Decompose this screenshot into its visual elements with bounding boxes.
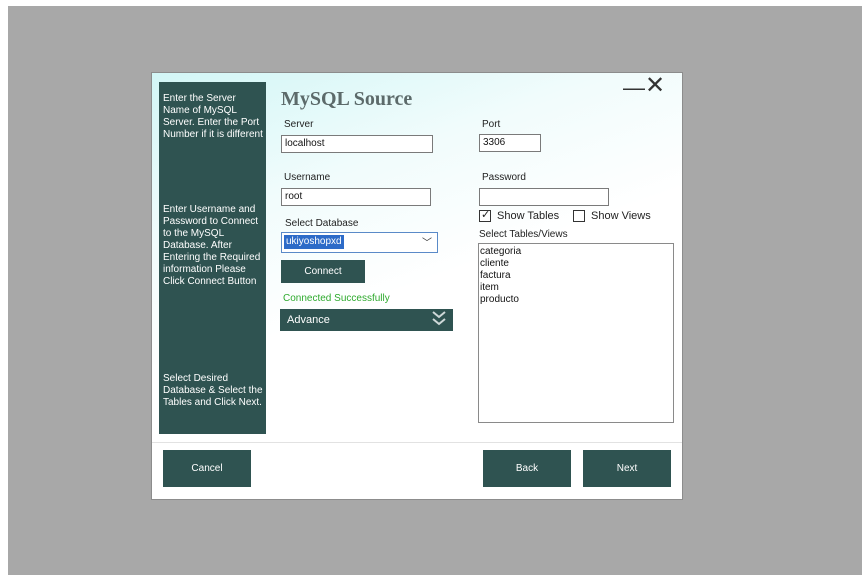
list-item[interactable]: categoria <box>479 246 673 258</box>
show-tables-checkbox[interactable]: ✓ <box>479 209 491 222</box>
list-item[interactable]: cliente <box>479 258 673 270</box>
checkmark-icon: ✓ <box>481 209 491 221</box>
tables-listbox[interactable]: categoria cliente factura item producto <box>478 243 674 423</box>
cancel-button[interactable]: Cancel <box>163 450 251 487</box>
port-input[interactable]: 3306 <box>479 134 541 152</box>
database-select[interactable]: ukiyoshopxd ﹀ <box>281 232 438 253</box>
username-input[interactable]: root <box>281 188 431 206</box>
list-item[interactable]: item <box>479 282 673 294</box>
password-input[interactable] <box>479 188 609 206</box>
double-chevron-down-icon <box>432 311 446 326</box>
mysql-source-dialog: Enter the Server Name of MySQL Server. E… <box>151 72 683 500</box>
list-item[interactable]: producto <box>479 294 673 306</box>
database-selected-value: ukiyoshopxd <box>284 235 344 249</box>
tables-label: Select Tables/Views <box>479 229 568 240</box>
back-button[interactable]: Back <box>483 450 571 487</box>
server-input[interactable]: localhost <box>281 135 433 153</box>
chevron-down-icon: ﹀ <box>422 238 432 249</box>
database-label: Select Database <box>285 218 359 229</box>
password-label: Password <box>482 172 526 183</box>
instruction-server: Enter the Server Name of MySQL Server. E… <box>163 93 263 140</box>
minimize-button[interactable]: — <box>623 77 645 99</box>
server-label: Server <box>284 119 314 130</box>
advance-label: Advance <box>287 314 330 326</box>
connect-button[interactable]: Connect <box>281 260 365 283</box>
dialog-title: MySQL Source <box>281 88 413 110</box>
advance-toggle[interactable]: Advance <box>280 309 453 331</box>
show-views-label: Show Views <box>591 210 651 222</box>
instruction-credentials: Enter Username and Password to Connect t… <box>163 204 261 287</box>
instructions-sidebar: Enter the Server Name of MySQL Server. E… <box>159 82 266 434</box>
close-button[interactable]: ✕ <box>643 74 667 99</box>
connection-status: Connected Successfully <box>283 293 390 304</box>
port-label: Port <box>482 119 501 130</box>
list-item[interactable]: factura <box>479 270 673 282</box>
next-button[interactable]: Next <box>583 450 671 487</box>
username-label: Username <box>284 172 331 183</box>
show-tables-label: Show Tables <box>497 210 560 222</box>
instruction-database: Select Desired Database & Select the Tab… <box>163 373 263 408</box>
show-views-checkbox[interactable] <box>573 210 585 222</box>
footer-divider <box>152 442 682 443</box>
